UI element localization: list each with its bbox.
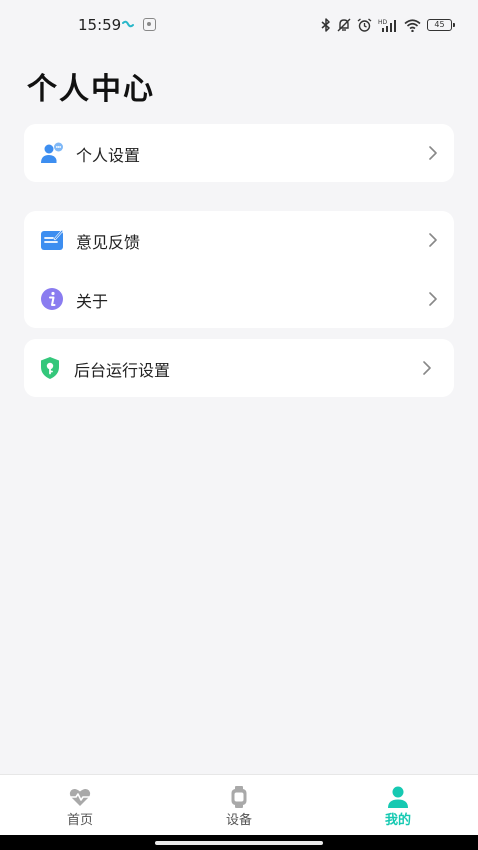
hd-signal-icon: HD bbox=[378, 19, 396, 32]
nav-label: 首页 bbox=[66, 813, 93, 828]
page-title: 个人中心 bbox=[27, 72, 155, 107]
menu-item-label: 后台运行设置 bbox=[74, 361, 171, 380]
menu-item-label: 意见反馈 bbox=[76, 233, 141, 252]
background-card: 后台运行设置 bbox=[24, 339, 454, 397]
nav-item-mine[interactable]: 我的 bbox=[318, 775, 478, 835]
shield-key-icon bbox=[41, 357, 59, 379]
chevron-right-icon bbox=[429, 233, 437, 247]
menu-item-label: 个人设置 bbox=[76, 146, 141, 165]
menu-item-about[interactable]: 关于 bbox=[24, 270, 454, 328]
status-icons: HD 45 bbox=[321, 17, 455, 33]
status-time: 15:59 bbox=[78, 16, 122, 34]
settings-card: 个人设置 bbox=[24, 124, 454, 182]
bottom-nav: 首页 设备 我的 bbox=[0, 774, 478, 835]
heart-pulse-icon bbox=[69, 788, 91, 806]
info-card: 意见反馈 关于 bbox=[24, 211, 454, 328]
chevron-right-icon bbox=[423, 361, 431, 375]
watch-icon bbox=[231, 786, 247, 808]
battery-icon: 45 bbox=[427, 19, 455, 31]
wifi-icon bbox=[404, 18, 421, 32]
nav-label: 我的 bbox=[384, 813, 411, 828]
chevron-right-icon bbox=[429, 292, 437, 306]
nav-item-home[interactable]: 首页 bbox=[0, 775, 160, 835]
battery-level: 45 bbox=[434, 20, 445, 29]
menu-item-background-settings[interactable]: 后台运行设置 bbox=[24, 339, 454, 397]
feedback-icon bbox=[41, 229, 64, 250]
gesture-handle[interactable] bbox=[155, 841, 323, 845]
svg-text:HD: HD bbox=[378, 19, 388, 26]
bluetooth-icon bbox=[321, 18, 330, 32]
person-icon bbox=[388, 786, 408, 808]
nav-label: 设备 bbox=[225, 813, 252, 828]
menu-item-label: 关于 bbox=[76, 292, 109, 311]
alarm-icon bbox=[357, 18, 372, 32]
app-notification-icon-2 bbox=[143, 18, 156, 31]
nav-item-devices[interactable]: 设备 bbox=[159, 775, 319, 835]
gesture-bar bbox=[0, 835, 478, 850]
menu-item-feedback[interactable]: 意见反馈 bbox=[24, 211, 454, 269]
chevron-right-icon bbox=[429, 146, 437, 160]
mute-icon bbox=[337, 18, 351, 32]
status-bar: 15:59 HD 45 bbox=[0, 0, 478, 50]
app-notification-icon bbox=[122, 20, 134, 28]
user-settings-icon bbox=[41, 142, 63, 163]
menu-item-personal-settings[interactable]: 个人设置 bbox=[24, 124, 454, 182]
info-icon bbox=[41, 288, 63, 310]
